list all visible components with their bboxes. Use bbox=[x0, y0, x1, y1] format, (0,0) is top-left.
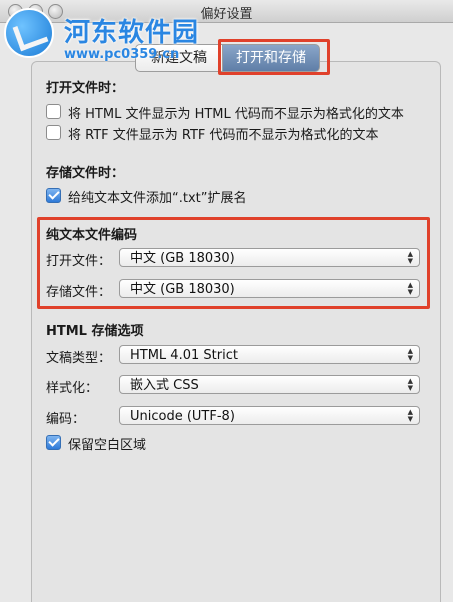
checkbox-label: 将 RTF 文件显示为 RTF 代码而不显示为格式化的文本 bbox=[68, 128, 379, 143]
watermark-url: www.pc0359.cn bbox=[64, 47, 180, 62]
save-encoding-select[interactable]: 中文 (GB 18030) ▲ ▼ bbox=[119, 279, 420, 298]
watermark-logo-icon bbox=[4, 8, 54, 58]
open-encoding-label: 打开文件： bbox=[46, 254, 112, 269]
updown-arrows-icon: ▲ ▼ bbox=[407, 347, 413, 362]
save-encoding-value: 中文 (GB 18030) bbox=[130, 282, 235, 297]
open-encoding-select[interactable]: 中文 (GB 18030) ▲ ▼ bbox=[119, 248, 420, 267]
watermark-name: 河东软件园 bbox=[64, 18, 200, 48]
watermark: 河东软件园 www.pc0359.cn bbox=[4, 4, 214, 74]
doc-type-select[interactable]: HTML 4.01 Strict ▲ ▼ bbox=[119, 345, 420, 364]
checkbox-rtf-as-code[interactable] bbox=[46, 125, 61, 140]
checkbox-html-as-code[interactable] bbox=[46, 104, 61, 119]
open-encoding-value: 中文 (GB 18030) bbox=[130, 251, 235, 266]
checkbox-label: 给纯文本文件添加“.txt”扩展名 bbox=[68, 191, 247, 206]
style-label: 样式化： bbox=[46, 381, 99, 396]
updown-arrows-icon: ▲ ▼ bbox=[407, 250, 413, 265]
save-files-heading: 存储文件时： bbox=[46, 166, 125, 181]
updown-arrows-icon: ▲ ▼ bbox=[407, 281, 413, 296]
encoding-select[interactable]: Unicode (UTF-8) ▲ ▼ bbox=[119, 406, 420, 425]
style-select[interactable]: 嵌入式 CSS ▲ ▼ bbox=[119, 375, 420, 394]
checkbox-preserve-whitespace[interactable] bbox=[46, 435, 61, 450]
updown-arrows-icon: ▲ ▼ bbox=[407, 377, 413, 392]
updown-arrows-icon: ▲ ▼ bbox=[407, 408, 413, 423]
encoding-value: Unicode (UTF-8) bbox=[130, 409, 235, 424]
style-value: 嵌入式 CSS bbox=[130, 378, 199, 393]
doc-type-label: 文稿类型： bbox=[46, 351, 112, 366]
plain-text-encoding-heading: 纯文本文件编码 bbox=[46, 228, 138, 243]
encoding-label: 编码： bbox=[46, 412, 86, 427]
checkbox-label: 保留空白区域 bbox=[68, 438, 147, 453]
open-files-heading: 打开文件时： bbox=[46, 81, 125, 96]
checkbox-label: 将 HTML 文件显示为 HTML 代码而不显示为格式化的文本 bbox=[68, 107, 404, 122]
checkbox-add-txt-extension[interactable] bbox=[46, 188, 61, 203]
html-options-heading: HTML 存储选项 bbox=[46, 324, 144, 339]
highlight-tab-annotation bbox=[218, 39, 330, 75]
doc-type-value: HTML 4.01 Strict bbox=[130, 348, 238, 363]
save-encoding-label: 存储文件： bbox=[46, 285, 112, 300]
